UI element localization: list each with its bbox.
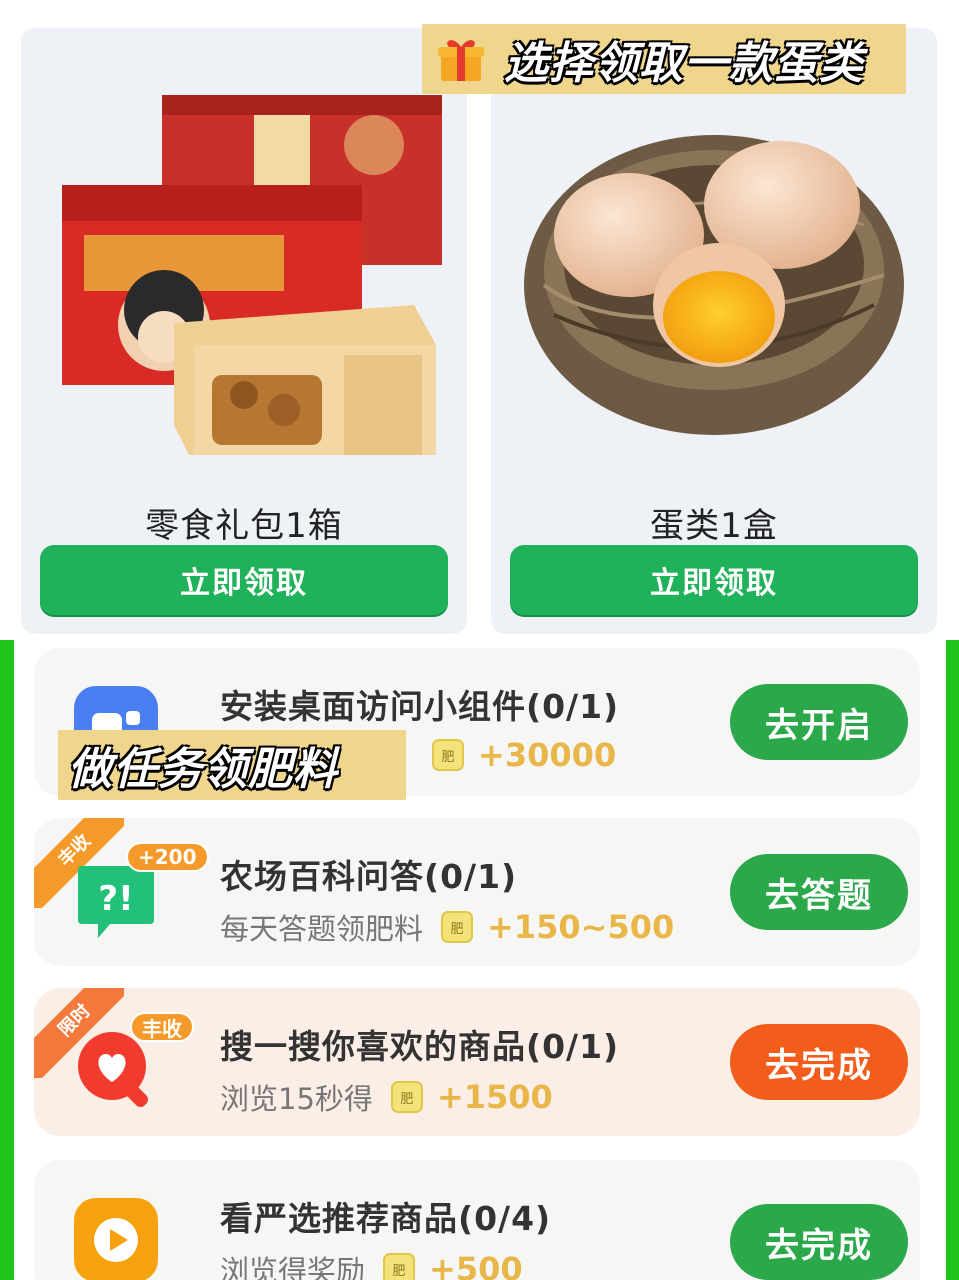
task-title: 看严选推荐商品(0/4) [220,1199,552,1238]
top-banner-text: 选择领取一款蛋类 [504,38,864,89]
task-reward-line: 每天答题领肥料 肥 +150~500 [220,906,674,948]
task-subtitle: 每天答题领肥料 [220,912,424,946]
reward-title: 蛋类1盒 [650,506,778,546]
task-reward: +30000 [478,736,617,774]
task-item-search: 限时 丰收 搜一搜你喜欢的商品(0/1) 浏览15秒得 肥 +1500 去完成 [34,988,920,1136]
task-reward-line: 浏览15秒得 肥 +1500 [220,1076,553,1118]
task-action-button[interactable]: 去答题 [730,854,908,930]
task-reward-line: 肥 +30000 [414,736,616,774]
task-action-button[interactable]: 去开启 [730,684,908,760]
play-icon [74,1198,158,1280]
task-reward: +1500 [436,1078,553,1116]
task-reward: +150~500 [487,908,675,946]
snack-gift-box-image [35,46,453,464]
bonus-badge: +200 [126,842,209,872]
reward-card-eggs: 蛋类1盒 立即领取 [491,28,937,634]
fertilizer-icon: 肥 [432,739,464,771]
eggs-in-nest-image [505,46,923,464]
task-action-button[interactable]: 去完成 [730,1024,908,1100]
gift-icon [434,32,488,86]
task-title: 农场百科问答(0/1) [220,857,518,896]
task-action-button[interactable]: 去完成 [730,1204,908,1280]
svg-text:?!: ?! [98,879,133,919]
reward-title: 零食礼包1箱 [145,506,343,546]
task-subtitle: 浏览15秒得 [220,1082,373,1116]
task-reward: +500 [429,1250,523,1280]
claim-snack-button[interactable]: 立即领取 [40,545,448,615]
fertilizer-icon: 肥 [441,911,474,943]
task-overlay-banner: 做任务领肥料 [58,730,406,800]
fertilizer-icon: 肥 [383,1253,416,1280]
top-banner: 选择领取一款蛋类 [422,24,906,94]
task-subtitle: 浏览得奖励 [220,1254,366,1280]
fertilizer-icon: 肥 [390,1081,423,1113]
task-item-browse: 看严选推荐商品(0/4) 浏览得奖励 肥 +500 去完成 [34,1160,920,1280]
reward-card-snack: 零食礼包1箱 立即领取 [21,28,467,634]
overlay-banner-text: 做任务领肥料 [68,744,338,795]
task-title: 安装桌面访问小组件(0/1) [220,687,620,726]
harvest-badge: 丰收 [130,1012,194,1042]
task-item-quiz: 丰收 ?! +200 农场百科问答(0/1) 每天答题领肥料 肥 +150~50… [34,818,920,966]
reward-selection-area: 零食礼包1箱 立即领取 蛋类1盒 立即领取 选择领取一款蛋类 [0,0,959,640]
task-reward-line: 浏览得奖励 肥 +500 [220,1248,523,1280]
claim-eggs-button[interactable]: 立即领取 [510,545,918,615]
task-title: 搜一搜你喜欢的商品(0/1) [220,1027,620,1066]
